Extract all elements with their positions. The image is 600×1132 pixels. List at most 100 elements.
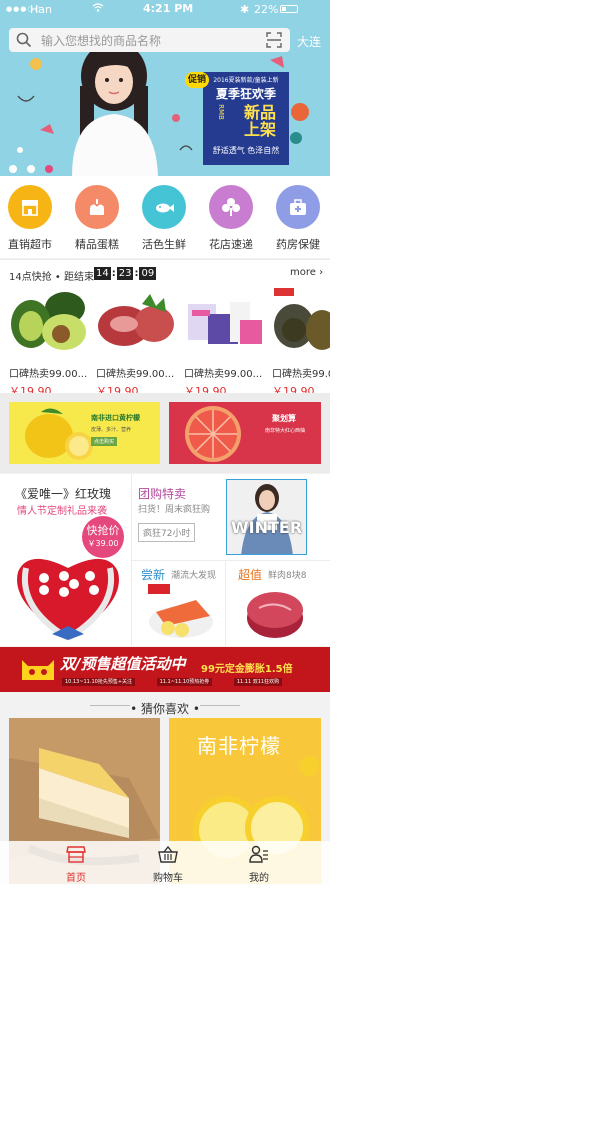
search-bar[interactable]: 输入您想找的商品名称 (9, 28, 290, 52)
category-label: 直销超市 (8, 238, 52, 251)
clock: 4:21 PM (143, 2, 194, 15)
category-supermarket[interactable]: 直销超市 (0, 185, 60, 252)
location-selector[interactable]: 大连 (297, 33, 321, 50)
carousel-dot-active[interactable] (45, 165, 53, 173)
divider (225, 560, 226, 646)
product-image-pads (188, 302, 262, 344)
grapefruit-image (185, 406, 241, 462)
promo-footer: 舒适透气 色泽自然 (212, 146, 280, 155)
guess-header: • 猜你喜欢 • (0, 692, 330, 718)
value-title: 超值 (238, 568, 263, 582)
carousel-indicator[interactable] (9, 158, 63, 176)
taste-title: 尝新 (141, 568, 166, 582)
tab-label: 购物车 (153, 873, 183, 884)
category-pharmacy[interactable]: 药房保健 (268, 185, 328, 252)
category-label: 精品蛋糕 (75, 238, 119, 251)
category-cake[interactable]: 精品蛋糕 (67, 185, 127, 252)
value-subtitle: 鲜肉8块8 (268, 571, 307, 581)
double11-offer: 99元定金膨胀1.5倍 (201, 664, 293, 675)
rose-badge-price: ￥39.00 (87, 539, 119, 548)
carousel-dot[interactable] (27, 165, 35, 173)
store-icon (8, 185, 52, 229)
product-card[interactable]: 口碑热卖99.00 ￥19.90 (272, 286, 330, 399)
lemon-image (25, 408, 93, 460)
promo-grid: 《爱唯一》红玫瑰 情人节定制礼品来袭 快抢价 ￥39.00 团购特卖 扫货！周末… (0, 474, 330, 646)
grapefruit-ad[interactable]: 聚划算 南非特大红心西柚 (169, 402, 321, 464)
carousel-dot[interactable] (9, 165, 17, 173)
wifi-icon (92, 2, 104, 15)
countdown-hours: 14 (94, 267, 111, 280)
lemon-card-title: 南非柠檬 (197, 734, 281, 758)
basket-icon (158, 845, 178, 863)
category-nav: 直销超市 精品蛋糕 活色生鲜 花店速递 药房保健 (0, 176, 330, 258)
countdown-minutes: 23 (116, 267, 134, 280)
user-icon (249, 845, 268, 863)
bluetooth-icon: ✱ (240, 3, 250, 16)
steak-image (247, 592, 303, 638)
product-card[interactable]: 口碑热卖99.00... ￥19.90 (96, 286, 180, 399)
home-store-icon (66, 846, 86, 863)
battery-percent: 22% (254, 3, 279, 16)
double11-chip: 10.13~11.10抢先预售+关注 (62, 678, 136, 686)
guess-title: • 猜你喜欢 • (130, 702, 200, 716)
scan-icon[interactable] (265, 31, 283, 49)
status-bar: ●●●○○ Han 4:21 PM ✱ 22% (0, 0, 330, 18)
promo-tag: 促销 (185, 72, 209, 88)
rose-subtitle: 情人节定制礼品来袭 (17, 506, 107, 517)
lemon-ad-cta[interactable]: 点击购买 (91, 437, 118, 446)
product-card[interactable]: 口碑热卖99.00... ￥19.90 (184, 286, 268, 399)
category-fresh[interactable]: 活色生鲜 (134, 185, 194, 252)
product-name: 口碑热卖99.00 (272, 369, 330, 380)
more-link[interactable]: more › (290, 267, 323, 278)
category-label: 活色生鲜 (142, 238, 186, 251)
salmon-image (148, 584, 213, 638)
clover-icon (209, 185, 253, 229)
product-name: 口碑热卖99.00... (184, 369, 263, 380)
tab-label: 我的 (249, 873, 269, 884)
hero-banner[interactable]: 2016夏装新款/童装上新 夏季狂欢季 RMB 新品上架 舒适透气 色泽自然 促… (0, 0, 330, 176)
cake-icon (75, 185, 119, 229)
winter-image: WINTER (226, 479, 307, 555)
tab-mine[interactable]: 我的 (229, 845, 289, 884)
promo-small: 2016夏装新款/童装上新 (213, 77, 279, 84)
group-buy-button[interactable]: 疯狂72小时 (138, 523, 196, 542)
tab-home[interactable]: 首页 (46, 845, 106, 884)
tab-cart[interactable]: 购物车 (138, 845, 198, 884)
grapefruit-ad-sub: 南非特大红心西柚 (265, 428, 306, 434)
double11-chip: 11.11 双11狂欢购 (233, 678, 283, 686)
lemon-ad-sub: 皮薄、多汁、营养 (91, 427, 132, 433)
product-name: 口碑热卖99.00... (9, 369, 88, 380)
flash-sale-section: 14点快抢 • 距结束 14:23:09 more › 口碑热卖99.00...… (0, 259, 330, 398)
lemon-ad-title: 南非进口黄柠檬 (91, 414, 140, 422)
fish-icon (142, 185, 186, 229)
battery-icon (280, 5, 298, 13)
divider (200, 705, 240, 706)
double11-title: 双/预售超值活动中 (60, 655, 186, 673)
carrier-label: Han (30, 3, 52, 16)
promo-headline: 夏季狂欢季 (215, 87, 276, 101)
medkit-icon (276, 185, 320, 229)
category-flowers[interactable]: 花店速递 (201, 185, 261, 252)
category-label: 药房保健 (276, 238, 320, 251)
product-image-eggs (274, 288, 330, 350)
countdown-timer: 14:23:09 (94, 267, 157, 280)
divider (90, 705, 130, 706)
double11-banner[interactable]: 双/预售超值活动中 99元定金膨胀1.5倍 10.13~11.10抢先预售+关注… (0, 647, 330, 692)
promo-card[interactable]: 2016夏装新款/童装上新 夏季狂欢季 RMB 新品上架 舒适透气 色泽自然 (203, 72, 289, 165)
chevron-right-icon: › (319, 267, 324, 278)
flash-sale-title: 14点快抢 • 距结束 (9, 272, 94, 283)
taste-subtitle: 潮流大发现 (171, 571, 217, 581)
promo-rmb: RMB (216, 104, 225, 120)
lemon-ad[interactable]: 南非进口黄柠檬 皮薄、多汁、营养 点击购买 (9, 402, 160, 464)
app-screen: 2016夏装新款/童装上新 夏季狂欢季 RMB 新品上架 舒适透气 色泽自然 促… (0, 0, 330, 885)
grapefruit-ad-title: 聚划算 (272, 414, 296, 423)
ad-row: 南非进口黄柠檬 皮薄、多汁、营养 点击购买 聚划算 南非特大红心西柚 (0, 393, 330, 473)
double11-chip: 11.1~11.10预热抢券 (156, 678, 213, 686)
search-input[interactable]: 输入您想找的商品名称 (41, 32, 161, 49)
double11-dates: 10.13~11.10抢先预售+关注 11.1~11.10预热抢券 11.11 … (62, 678, 302, 686)
promo-new-label: 新品上架 (243, 103, 276, 139)
tab-label: 首页 (66, 873, 86, 884)
product-name: 口碑热卖99.00... (96, 369, 175, 380)
countdown-seconds: 09 (139, 267, 157, 280)
product-card[interactable]: 口碑热卖99.00... ￥19.90 (9, 286, 93, 399)
